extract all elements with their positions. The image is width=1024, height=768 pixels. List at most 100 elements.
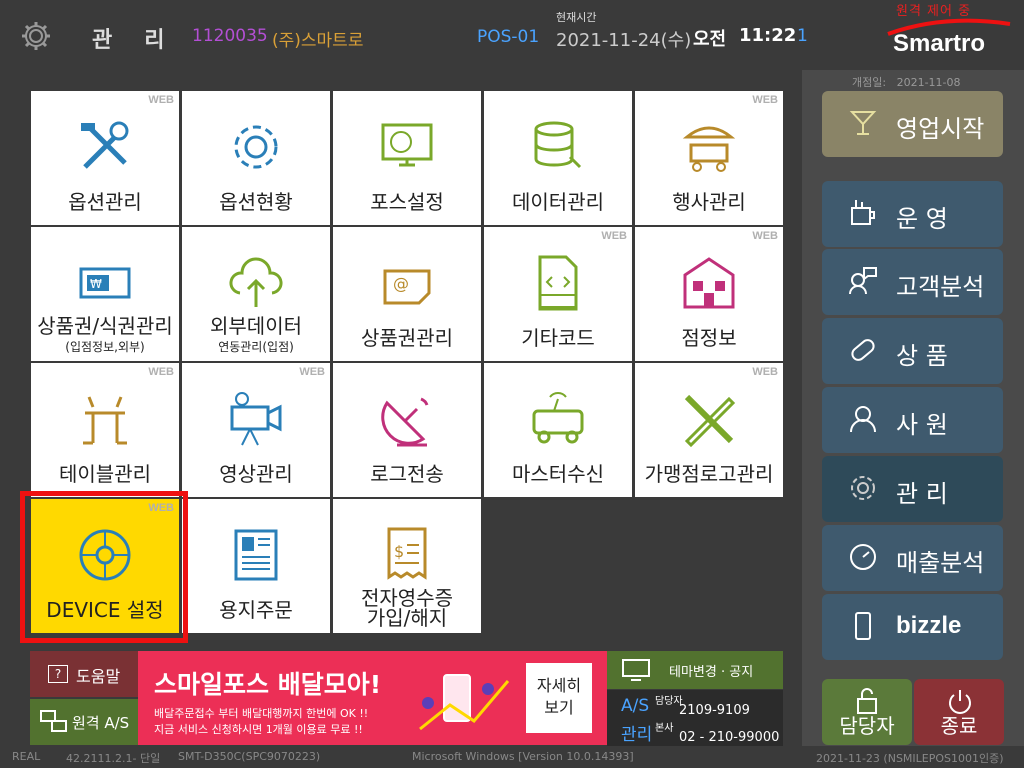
tile-label: 마스터수신 xyxy=(512,462,604,486)
tile-option-status[interactable]: 옵션현황 xyxy=(182,91,330,225)
tile-option-mgmt[interactable]: WEB 옵션관리 xyxy=(31,91,179,225)
settings-gear-icon[interactable] xyxy=(20,20,52,52)
tile-label: 기타코드 xyxy=(521,326,595,350)
manager-button[interactable]: 담당자 xyxy=(822,679,912,745)
button-label: 상 품 xyxy=(896,342,948,370)
ad-line-1: 배달주문접수 부터 배달대행까지 한번에 OK !! xyxy=(154,707,369,720)
tile-label: 용지주문 xyxy=(219,598,293,622)
customer-chat-icon xyxy=(849,267,877,295)
button-label: 운 영 xyxy=(896,205,948,233)
operation-button[interactable]: 운 영 xyxy=(822,181,1003,247)
management-button[interactable]: 관 리 xyxy=(822,456,1003,522)
contact-phone: 2109-9109 xyxy=(679,703,750,718)
theme-label: 테마변경 · 공지 xyxy=(669,665,754,680)
exit-button[interactable]: 종료 xyxy=(914,679,1004,745)
remote-as-label: 원격 A/S xyxy=(72,714,130,732)
button-label: 종료 xyxy=(940,714,978,738)
status-os: Microsoft Windows [Version 10.0.14393] xyxy=(412,750,634,763)
tile-label: 외부데이터 xyxy=(210,314,302,338)
newspaper-icon xyxy=(234,529,278,581)
tile-label: 옵션관리 xyxy=(68,190,142,214)
hq-phone: 02 - 210-99000 xyxy=(679,730,780,745)
tile-master-receive[interactable]: 마스터수신 xyxy=(484,363,632,497)
video-camera-icon xyxy=(230,392,282,446)
tile-label: 로그전송 xyxy=(370,462,444,486)
tile-paper-order[interactable]: 용지주문 xyxy=(182,499,330,633)
open-date: 개점일: 2021-11-08 xyxy=(852,74,961,90)
tile-store-info[interactable]: WEB 점정보 xyxy=(635,227,783,361)
svg-text:$: $ xyxy=(394,542,404,561)
company-name: (주)스마트로 xyxy=(272,31,364,51)
product-button[interactable]: 상 품 xyxy=(822,318,1003,384)
ad-banner[interactable]: 스마일포스 배달모아! 배달주문접수 부터 배달대행까지 한번에 OK !! 지… xyxy=(138,651,607,745)
status-device: SMT-D350C(SPC9070223) xyxy=(178,750,321,763)
tile-label: DEVICE 설정 xyxy=(46,598,164,622)
tile-other-code[interactable]: WEB 기타코드 xyxy=(484,227,632,361)
cocktail-icon xyxy=(849,111,877,135)
tile-label: 데이터관리 xyxy=(512,190,604,214)
employee-button[interactable]: 사 원 xyxy=(822,387,1003,453)
device-wheel-icon xyxy=(79,529,131,581)
ad-line-2: 지금 서비스 신청하시면 1개월 이용료 무료 !! xyxy=(154,723,363,736)
page-title: 관리 xyxy=(92,28,197,53)
ad-more-button[interactable]: 자세히 보기 xyxy=(526,663,592,733)
remote-as-button[interactable]: 원격 A/S xyxy=(30,699,138,745)
svg-text:@: @ xyxy=(393,274,409,293)
cup-tools-icon xyxy=(851,200,875,225)
ad-title: 스마일포스 배달모아! xyxy=(154,670,382,699)
bizzle-button[interactable]: bizzle xyxy=(822,594,1003,660)
tile-label: 포스설정 xyxy=(370,190,444,214)
store-icon xyxy=(683,257,735,309)
start-business-button[interactable]: 영업시작 xyxy=(822,91,1003,157)
tile-data-mgmt[interactable]: 데이터관리 xyxy=(484,91,632,225)
tile-event-mgmt[interactable]: WEB 행사관리 xyxy=(635,91,783,225)
tile-table-mgmt[interactable]: WEB 테이블관리 xyxy=(31,363,179,497)
sales-analysis-button[interactable]: 매출분석 xyxy=(822,525,1003,591)
tile-label: 옵션현황 xyxy=(219,190,293,214)
tile-sublabel: 가입/해지 xyxy=(366,606,448,630)
tile-device-settings[interactable]: WEB DEVICE 설정 xyxy=(31,499,179,633)
as-label: A/S xyxy=(621,696,650,716)
tile-sublabel: 연동관리(입점) xyxy=(218,340,294,354)
tile-sublabel: (입점정보,외부) xyxy=(65,340,145,354)
store-code: 1120035 xyxy=(192,26,268,46)
status-cert: 2021-11-23 (NSMILEPOS1001인증) xyxy=(816,752,1004,765)
open-date-label: 개점일: xyxy=(852,76,887,89)
web-badge: WEB xyxy=(752,94,778,106)
web-badge: WEB xyxy=(752,366,778,378)
tile-e-receipt[interactable]: $ 전자영수증 가입/해지 xyxy=(333,499,481,633)
status-mode: REAL xyxy=(12,750,41,763)
tile-voucher-meal-mgmt[interactable]: ₩ 상품권/식권관리 (입점정보,외부) xyxy=(31,227,179,361)
voucher-icon: ₩ xyxy=(79,267,131,299)
button-label: 사 원 xyxy=(896,411,948,439)
tile-franchise-logo-mgmt[interactable]: WEB 가맹점로고관리 xyxy=(635,363,783,497)
tile-video-mgmt[interactable]: WEB 영상관리 xyxy=(182,363,330,497)
pos-id: POS-01 xyxy=(477,27,540,47)
pencil-ruler-icon xyxy=(684,394,736,448)
current-date: 2021-11-24(수) xyxy=(556,30,692,51)
web-badge: WEB xyxy=(148,366,174,378)
gauge-icon xyxy=(850,544,876,570)
tile-pos-settings[interactable]: 포스설정 xyxy=(333,91,481,225)
tile-giftcard-mgmt[interactable]: @ 상품권관리 xyxy=(333,227,481,361)
open-date-value: 2021-11-08 xyxy=(896,76,961,89)
status-version: 42.2111.2.1- 단일 xyxy=(66,752,161,765)
button-label: 고객분석 xyxy=(896,273,985,301)
tile-log-send[interactable]: 로그전송 xyxy=(333,363,481,497)
database-icon xyxy=(534,121,582,169)
remote-control-status: 원격 제어 중 xyxy=(896,4,972,19)
tile-external-data[interactable]: 외부데이터 연동관리(입점) xyxy=(182,227,330,361)
web-badge: WEB xyxy=(601,230,627,242)
help-label: 도움말 xyxy=(76,667,121,686)
button-label: 매출분석 xyxy=(896,549,985,577)
mgmt-label: 관리 xyxy=(621,725,653,745)
theme-notice-button[interactable]: 테마변경 · 공지 xyxy=(607,651,783,689)
help-button[interactable]: ? 도움말 xyxy=(30,651,138,697)
customer-analysis-button[interactable]: 고객분석 xyxy=(822,249,1003,315)
web-badge: WEB xyxy=(148,94,174,106)
question-icon: ? xyxy=(48,665,68,683)
tile-label: 상품권관리 xyxy=(361,326,453,350)
employee-icon xyxy=(850,406,876,433)
phone-icon xyxy=(855,612,871,640)
button-label: 영업시작 xyxy=(896,115,985,143)
